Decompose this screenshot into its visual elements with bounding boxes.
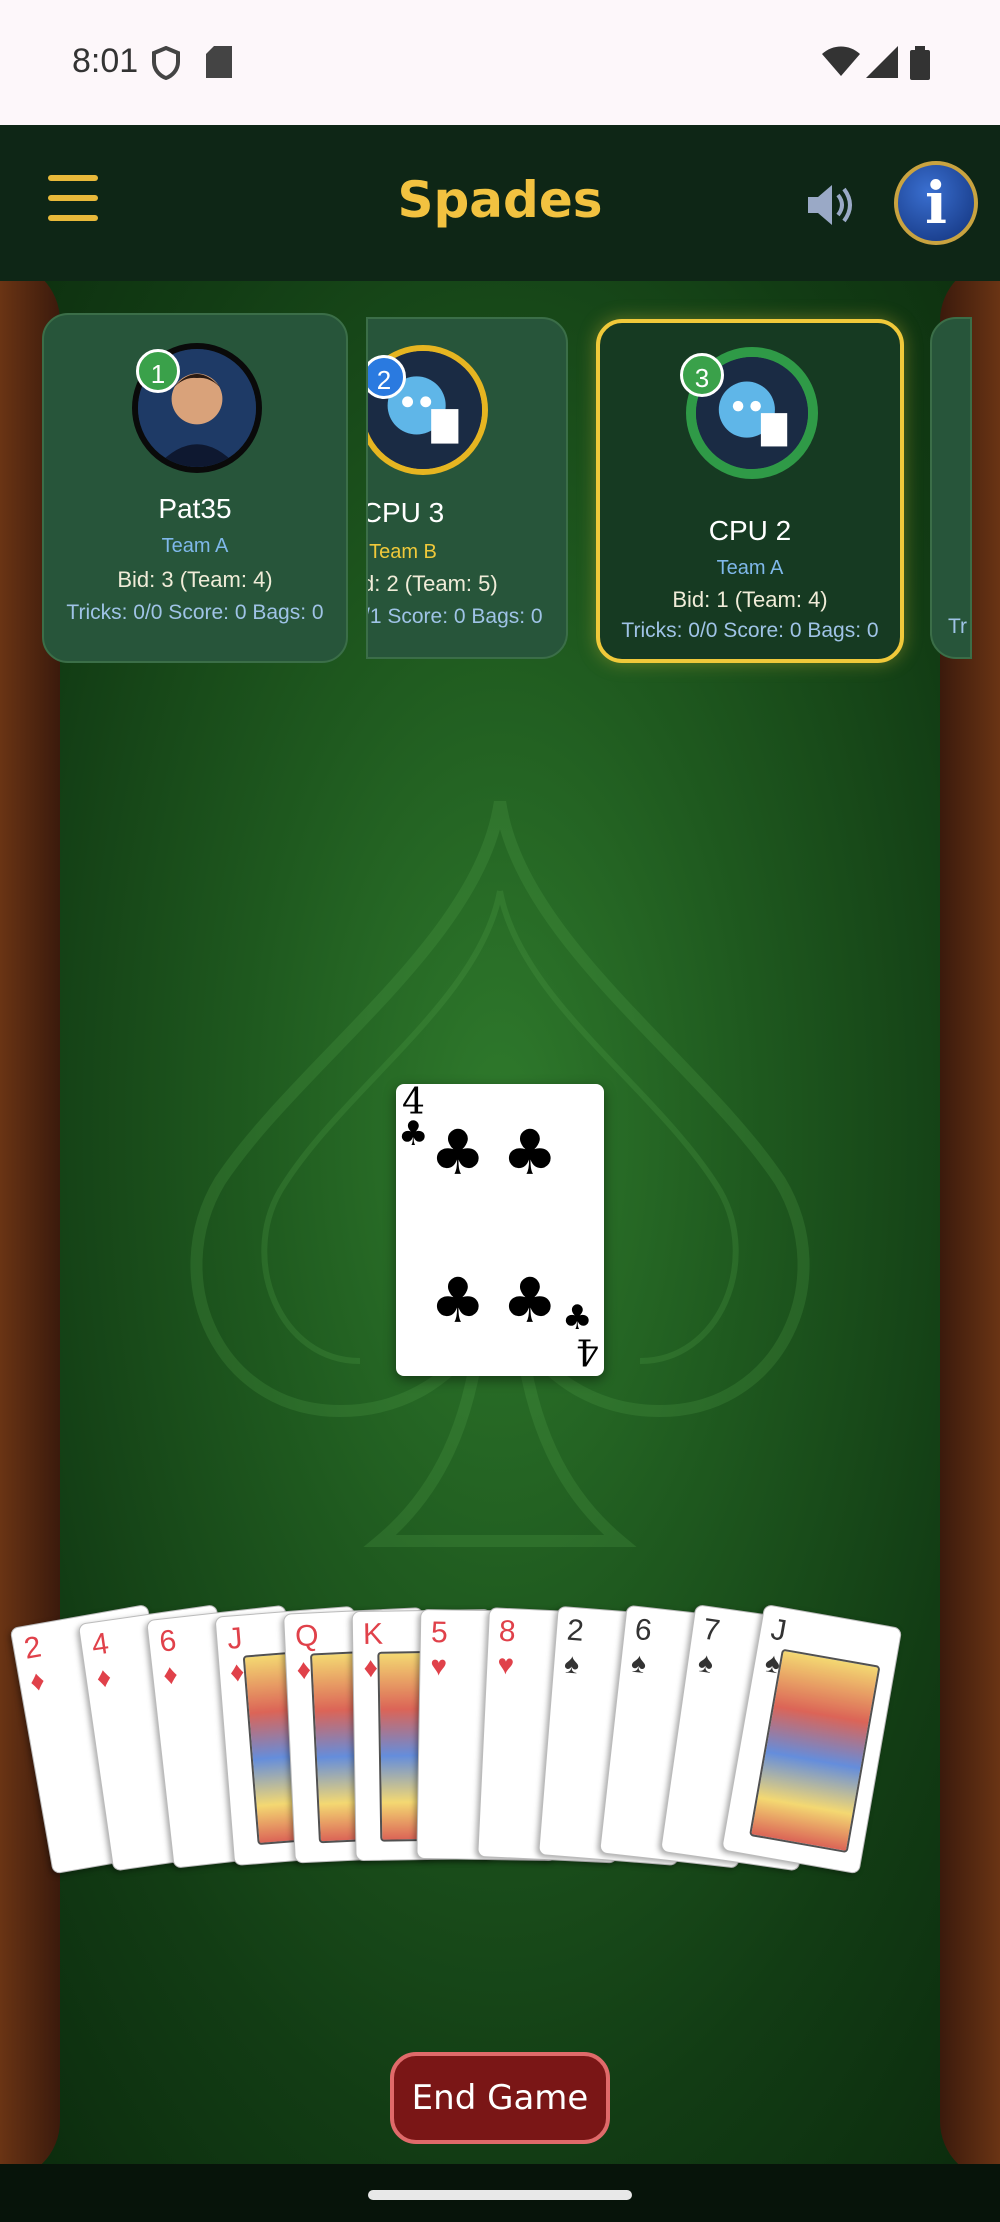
card-rank: 6 (157, 1624, 179, 1659)
club-pip: ♣ (430, 1264, 486, 1337)
card-suit: ♦ (363, 1651, 379, 1683)
player-bid: Bid: 3 (Team: 4) (117, 567, 273, 592)
card-rank: 4 (89, 1627, 111, 1663)
card-rank: 7 (700, 1612, 723, 1648)
signal-icon (866, 46, 898, 78)
game-table: 1 Pat35 Team A Bid: 3 (Team: 4) Tricks: … (0, 281, 1000, 2164)
player-stats: Tr (948, 615, 968, 638)
speaker-icon[interactable] (802, 177, 858, 233)
status-time: 8:01 (72, 42, 139, 80)
shield-icon (152, 46, 180, 80)
card-rank: 6 (633, 1612, 654, 1648)
card-suit: ♦ (27, 1664, 48, 1698)
card-rank: 8 (498, 1614, 517, 1649)
card-rank: J (226, 1621, 244, 1656)
player-team: Team A (716, 557, 784, 579)
app-header: Spades i (0, 125, 1000, 281)
card-suit: ♦ (161, 1658, 180, 1691)
home-handle[interactable] (368, 2190, 632, 2200)
player-bid: Bid: 1 (Team: 4) (672, 587, 828, 612)
player-name: Pat35 (158, 493, 232, 524)
sd-card-icon (206, 46, 232, 78)
card-rank: 2 (565, 1613, 585, 1648)
club-pip: ♣ (502, 1264, 558, 1337)
played-card: 4 ♣ ♣ ♣ ♣ ♣ ♣ 4 (396, 1082, 604, 1376)
seat-badge: 3 (680, 353, 724, 397)
card-rank: 4 (576, 1330, 599, 1371)
wifi-icon (822, 46, 860, 76)
player-name: CPU 3 (366, 497, 445, 528)
club-pip: ♣ (430, 1116, 486, 1189)
player-team: Team A (161, 535, 229, 557)
end-game-button[interactable]: End Game (390, 2052, 610, 2144)
player-card-cpu-3: 2 CPU 3 Team B d: 2 (Team: 5) /1 Score: … (366, 317, 568, 659)
card-suit: ♠ (696, 1646, 716, 1680)
card-suit: ♥ (430, 1650, 448, 1682)
seat-badge: 1 (136, 349, 180, 393)
card-rank: 2 (21, 1630, 44, 1666)
player-name: CPU 2 (708, 515, 792, 546)
player-card-cpu-2: 3 CPU 2 Team A Bid: 1 (Team: 4) Tricks: … (596, 319, 904, 663)
status-bar: 8:01 (0, 0, 1000, 125)
player-stats: Tricks: 0/0 Score: 0 Bags: 0 (66, 601, 324, 624)
player-stats: /1 Score: 0 Bags: 0 (366, 605, 543, 628)
card-suit: ♥ (496, 1648, 515, 1681)
player-stats: Tricks: 0/0 Score: 0 Bags: 0 (621, 619, 879, 642)
card-suit: ♠ (563, 1647, 581, 1680)
player-card-partial: Tr (930, 317, 972, 659)
info-icon[interactable]: i (894, 161, 978, 245)
player-card-pat35: 1 Pat35 Team A Bid: 3 (Team: 4) Tricks: … (42, 313, 348, 663)
player-bid: d: 2 (Team: 5) (366, 571, 498, 596)
card-rank: J (768, 1612, 789, 1648)
card-rank: 5 (430, 1616, 448, 1650)
face-card-art (749, 1648, 881, 1854)
card-suit: ♦ (94, 1661, 114, 1694)
club-pip: ♣ (502, 1116, 558, 1189)
player-hand: 2 ♦ 4 ♦ 6 ♦ J ♦ Q ♦ K ♦ 5 ♥ 8 ♥ 2 ♠ 6 ♠ 7 ♠ J ♠ (0, 1580, 1000, 1900)
card-rank: Q (294, 1619, 320, 1654)
card-rank: K (362, 1617, 384, 1651)
card-suit: ♠ (629, 1646, 648, 1680)
navigation-bar (0, 2164, 1000, 2222)
battery-icon (910, 46, 930, 80)
card-suit: ♣ (398, 1114, 429, 1154)
player-team: Team B (369, 541, 437, 563)
